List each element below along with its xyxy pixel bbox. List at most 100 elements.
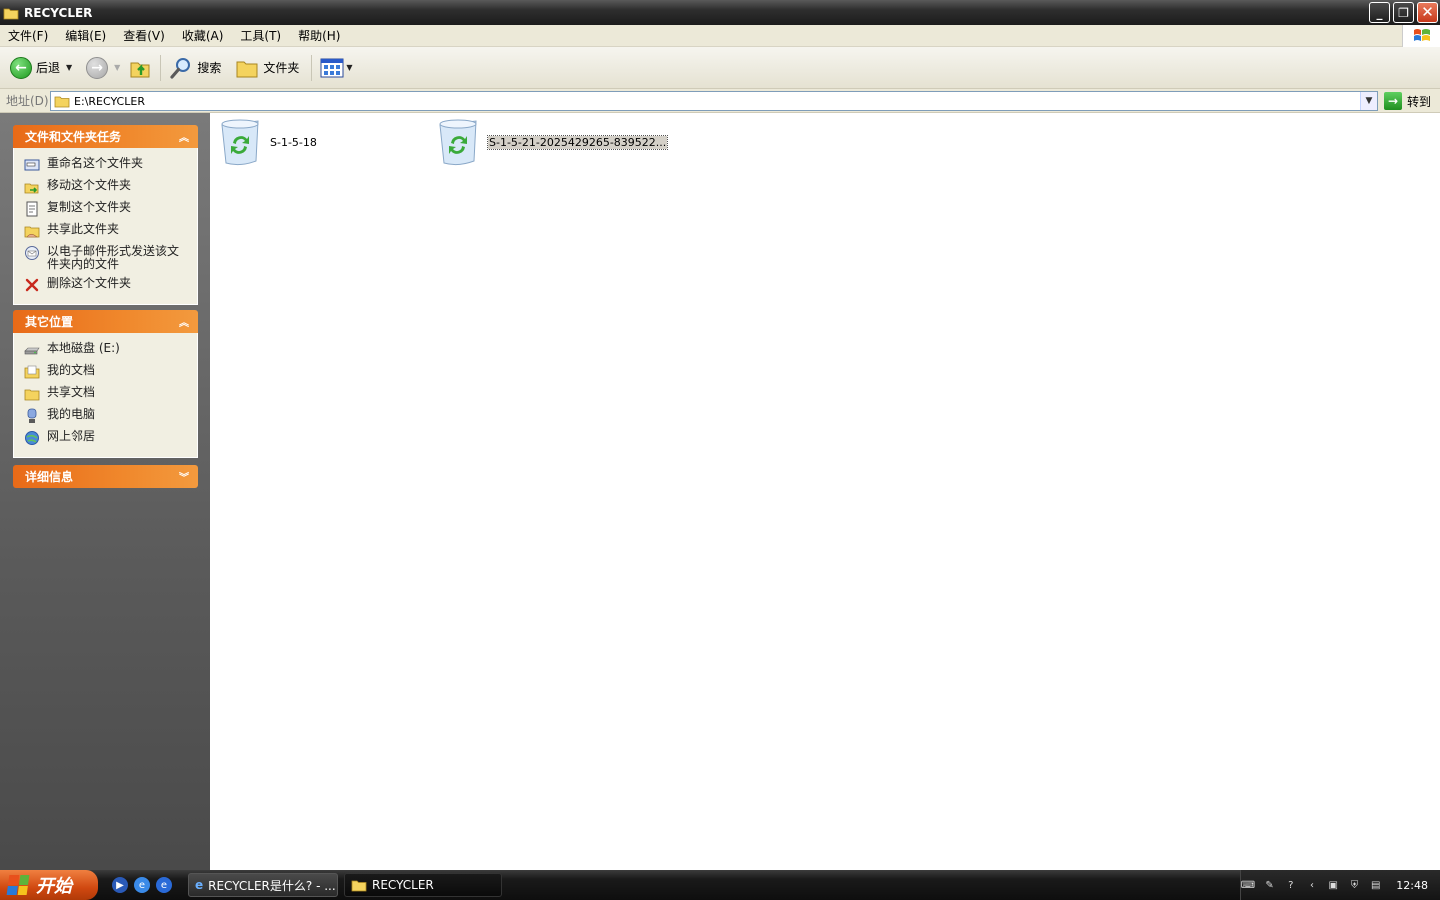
menu-favorites[interactable]: 收藏(A) [174,27,232,44]
menu-help[interactable]: 帮助(H) [290,27,348,44]
browser-icon[interactable]: e [156,877,172,893]
search-label: 搜索 [197,61,222,75]
address-dropdown-button[interactable]: ▼ [1360,92,1377,110]
task-label: 删除这个文件夹 [47,276,132,290]
minimize-button[interactable]: _ [1369,2,1390,23]
task-email-files[interactable]: 以电子邮件形式发送该文件夹内的文件 [14,242,197,274]
place-my-computer[interactable]: 我的电脑 [14,405,197,427]
collapse-icon[interactable]: ︽ [179,314,189,329]
security-icon[interactable]: ▤ [1369,878,1382,892]
window-title: RECYCLER [24,5,93,20]
chevron-left-icon[interactable]: ‹ [1305,878,1318,892]
place-my-documents[interactable]: 我的文档 [14,361,197,383]
task-label: 以电子邮件形式发送该文件夹内的文件 [47,244,180,271]
drive-icon [24,342,40,358]
taskbar-button-label: RECYCLER [372,878,434,892]
close-button[interactable]: ✕ [1417,2,1438,23]
taskbar-button-recycler[interactable]: RECYCLER [344,873,502,897]
expand-icon[interactable]: ︾ [179,469,189,484]
windows-logo-icon [1402,25,1440,47]
menu-file[interactable]: 文件(F) [0,27,56,44]
task-pane: 文件和文件夹任务 ︽ 重命名这个文件夹 移动这个文件夹 复制这个文件夹 共享此文… [0,113,210,870]
ie-icon[interactable]: e [134,877,150,893]
network-icon[interactable]: ▣ [1327,878,1340,892]
keyboard-icon[interactable]: ⌨ [1241,878,1255,892]
task-share-folder[interactable]: 共享此文件夹 [14,220,197,242]
task-rename-folder[interactable]: 重命名这个文件夹 [14,154,197,176]
taskbar: 开始 ▶ e e e RECYCLER是什么? - ... RECYCLER ⌨… [0,870,1440,900]
windows-logo-icon [6,875,30,895]
menu-view[interactable]: 查看(V) [115,27,173,44]
chevron-down-icon[interactable]: ▼ [66,63,72,72]
title-bar[interactable]: RECYCLER _ ❐ ✕ [0,0,1440,25]
details-panel: 详细信息 ︾ [13,465,198,488]
rename-icon [24,157,40,173]
place-label: 网上邻居 [47,429,96,443]
search-button[interactable]: 搜索 [165,50,225,86]
documents-icon [24,364,40,380]
pen-icon[interactable]: ✎ [1263,878,1276,892]
back-button[interactable]: ← 后退 ▼ [6,50,76,86]
details-panel-header[interactable]: 详细信息 ︾ [13,465,198,488]
toolbar-separator [311,54,313,81]
task-delete-folder[interactable]: 删除这个文件夹 [14,274,197,296]
shield-icon[interactable]: ⛨ [1348,878,1361,892]
file-item[interactable]: S-1-5-18 [216,117,317,167]
task-move-folder[interactable]: 移动这个文件夹 [14,176,197,198]
collapse-icon[interactable]: ︽ [179,129,189,144]
address-input[interactable]: E:\RECYCLER ▼ [50,91,1378,111]
delete-icon [24,277,40,293]
restore-button[interactable]: ❐ [1393,2,1414,23]
place-network[interactable]: 网上邻居 [14,427,197,449]
task-copy-folder[interactable]: 复制这个文件夹 [14,198,197,220]
copy-icon [24,201,40,217]
help-icon[interactable]: ? [1284,878,1297,892]
folders-button[interactable]: 文件夹 [231,50,303,86]
media-player-icon[interactable]: ▶ [112,877,128,893]
tasks-panel-header[interactable]: 文件和文件夹任务 ︽ [13,125,198,148]
task-label: 移动这个文件夹 [47,178,132,192]
task-label: 共享此文件夹 [47,222,120,236]
up-button[interactable] [124,50,156,86]
task-label: 重命名这个文件夹 [47,156,144,170]
menu-tools[interactable]: 工具(T) [232,27,289,44]
tasks-panel-title: 文件和文件夹任务 [25,130,122,144]
views-icon [320,58,344,77]
toolbar: ← 后退 ▼ → ▼ 搜索 文件夹 ▼ [0,47,1440,89]
forward-arrow-icon: → [86,56,109,79]
file-item[interactable]: S-1-5-21-2025429265-839522... [434,117,669,167]
place-label: 共享文档 [47,385,96,399]
file-folder-tasks-panel: 文件和文件夹任务 ︽ 重命名这个文件夹 移动这个文件夹 复制这个文件夹 共享此文… [13,125,198,305]
places-panel-header[interactable]: 其它位置 ︽ [13,310,198,333]
email-icon [24,245,40,261]
tasks-panel-body: 重命名这个文件夹 移动这个文件夹 复制这个文件夹 共享此文件夹 以电子邮件形式发… [13,148,198,305]
back-label: 后退 [36,61,61,75]
go-button[interactable]: → 转到 [1384,91,1431,111]
share-icon [24,223,40,239]
go-arrow-icon: → [1384,92,1402,110]
computer-icon [24,408,40,424]
places-panel-title: 其它位置 [25,315,74,329]
quick-launch: ▶ e e [112,877,172,893]
place-shared-documents[interactable]: 共享文档 [14,383,197,405]
network-icon [24,430,40,446]
system-tray: ⌨ ✎ ? ‹ ▣ ⛨ ▤ 12:48 [1240,870,1440,900]
forward-button[interactable]: → ▼ [82,50,124,86]
place-label: 我的电脑 [47,407,96,421]
menu-bar: 文件(F) 编辑(E) 查看(V) 收藏(A) 工具(T) 帮助(H) [0,25,1440,47]
folder-icon [236,61,258,77]
other-places-panel: 其它位置 ︽ 本地磁盘 (E:) 我的文档 共享文档 我的电脑 网上邻居 [13,310,198,458]
chevron-down-icon[interactable]: ▼ [346,63,352,72]
taskbar-button-browser[interactable]: e RECYCLER是什么? - ... [188,873,338,897]
address-label: 地址(D) [6,94,49,108]
place-local-disk[interactable]: 本地磁盘 (E:) [14,339,197,361]
views-button[interactable]: ▼ [316,50,356,86]
menu-edit[interactable]: 编辑(E) [57,27,114,44]
start-button[interactable]: 开始 [0,870,98,900]
task-label: 复制这个文件夹 [47,200,132,214]
details-panel-title: 详细信息 [25,470,74,484]
chevron-down-icon[interactable]: ▼ [114,63,120,72]
file-name-selected: S-1-5-21-2025429265-839522... [486,134,669,150]
place-label: 我的文档 [47,363,96,377]
folder-icon [3,6,19,20]
